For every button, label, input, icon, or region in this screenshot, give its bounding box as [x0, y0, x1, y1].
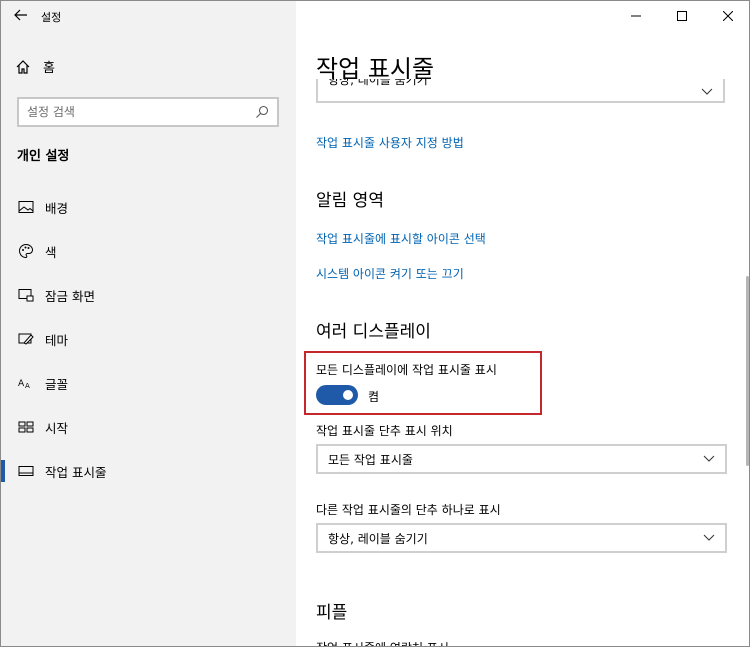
buttons-location-label: 작업 표시줄 단추 표시 위치 [316, 424, 453, 438]
sidebar-item-lock-screen[interactable]: 잠금 화면 [1, 273, 296, 317]
palette-icon [17, 242, 35, 260]
sidebar-item-start[interactable]: 시작 [1, 405, 296, 449]
scrollbar-thumb[interactable] [746, 276, 749, 466]
sidebar-item-theme[interactable]: 테마 [1, 317, 296, 361]
lock-screen-icon [17, 286, 35, 304]
show-all-displays-toggle[interactable] [316, 385, 358, 405]
minimize-icon [631, 10, 641, 24]
sidebar-item-label: 테마 [45, 332, 69, 348]
taskbar-icon [17, 462, 35, 480]
sidebar-nav: 배경 색 잠금 화면 테마 A A 글꼴 시작 작업 표시줄 [1, 185, 296, 493]
multiple-displays-heading: 여러 디스플레이 [316, 322, 431, 342]
svg-text:A: A [25, 382, 30, 390]
home-label: 홈 [43, 61, 55, 76]
title-bar: 설정 [1, 1, 296, 33]
home-icon [15, 59, 33, 75]
toggle-state-label: 켬 [368, 390, 380, 404]
maximize-button[interactable] [659, 1, 705, 33]
sidebar-item-label: 잠금 화면 [45, 288, 95, 304]
close-button[interactable] [705, 1, 749, 33]
back-button[interactable] [1, 1, 41, 33]
font-icon: AA [17, 374, 35, 392]
other-buttons-dropdown[interactable]: 항상, 레이블 숨기기 [316, 523, 727, 553]
buttons-location-dropdown[interactable]: 모든 작업 표시줄 [316, 444, 727, 474]
home-nav-item[interactable]: 홈 [15, 57, 55, 76]
maximize-icon [677, 10, 687, 24]
partial-dropdown-value: 항상, 레이블 숨기기 [328, 79, 428, 87]
search-input[interactable] [27, 105, 227, 119]
chevron-down-icon [703, 534, 715, 542]
toggle-knob [343, 390, 353, 400]
sidebar-item-color[interactable]: 색 [1, 229, 296, 273]
select-icons-link[interactable]: 작업 표시줄에 표시할 아이콘 선택 [316, 230, 486, 247]
chevron-down-icon [701, 81, 713, 100]
svg-text:A: A [18, 379, 25, 389]
back-arrow-icon [14, 9, 28, 25]
partial-dropdown[interactable]: 항상, 레이블 숨기기 [316, 79, 725, 103]
app-title: 설정 [41, 11, 62, 24]
picture-icon [17, 198, 35, 216]
minimize-button[interactable] [613, 1, 659, 33]
system-icons-link[interactable]: 시스템 아이콘 켜기 또는 끄기 [316, 265, 464, 282]
search-icon[interactable] [255, 105, 269, 119]
sidebar: 설정 홈 개인 설정 배경 [1, 1, 296, 646]
sidebar-item-taskbar[interactable]: 작업 표시줄 [1, 449, 296, 493]
customize-taskbar-link[interactable]: 작업 표시줄 사용자 지정 방법 [316, 134, 464, 151]
people-heading: 피플 [316, 603, 348, 623]
settings-window: 설정 홈 개인 설정 배경 [0, 0, 750, 647]
chevron-down-icon [703, 455, 715, 463]
notification-area-heading: 알림 영역 [316, 191, 384, 211]
search-box[interactable] [17, 97, 279, 127]
close-icon [722, 10, 734, 24]
sidebar-item-label: 작업 표시줄 [45, 464, 107, 480]
sidebar-item-background[interactable]: 배경 [1, 185, 296, 229]
theme-icon [17, 330, 35, 348]
sidebar-item-label: 시작 [45, 420, 69, 436]
people-setting-label: 작업 표시줄에 연락처 표시 [316, 639, 449, 646]
window-controls [613, 1, 749, 33]
other-buttons-label: 다른 작업 표시줄의 단추 하나로 표시 [316, 503, 501, 517]
dropdown-value: 모든 작업 표시줄 [328, 452, 413, 467]
dropdown-value: 항상, 레이블 숨기기 [328, 531, 428, 546]
section-title: 개인 설정 [17, 149, 70, 164]
sidebar-item-label: 색 [45, 244, 57, 260]
show-all-displays-label: 모든 디스플레이에 작업 표시줄 표시 [316, 363, 497, 377]
sidebar-item-fonts[interactable]: AA 글꼴 [1, 361, 296, 405]
start-icon [17, 418, 35, 436]
sidebar-item-label: 배경 [45, 200, 69, 216]
main-content: 작업 표시줄 항상, 레이블 숨기기 작업 표시줄 사용자 지정 방법 알림 영… [296, 1, 749, 646]
sidebar-item-label: 글꼴 [45, 376, 69, 392]
